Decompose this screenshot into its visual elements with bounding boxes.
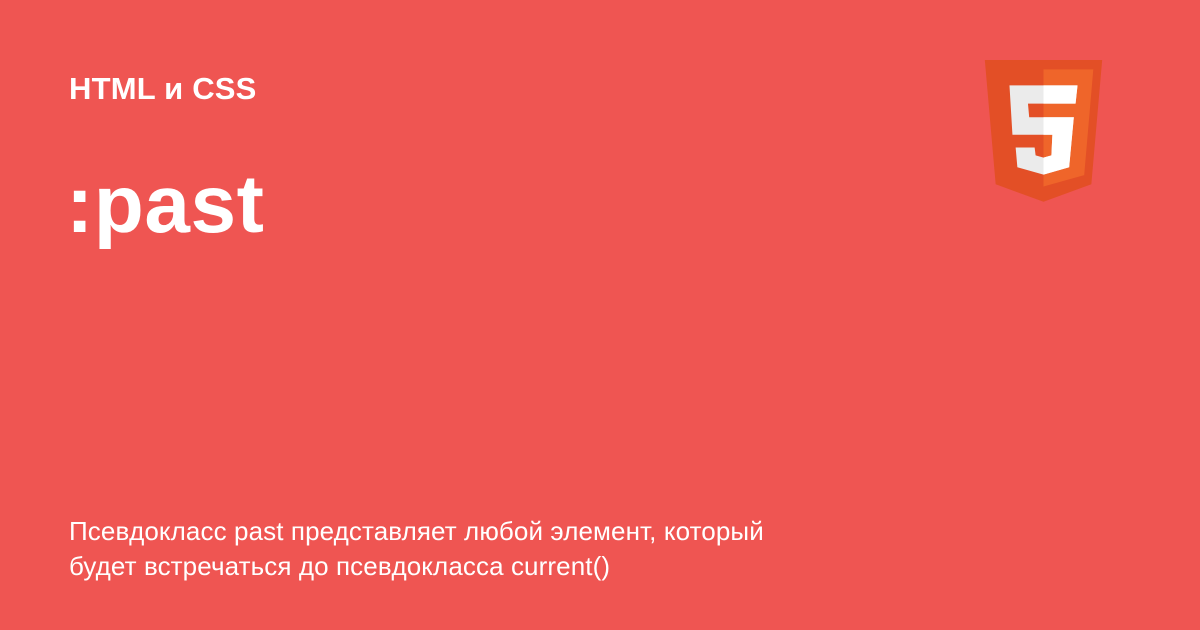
- description: Псевдокласс past представляет любой элем…: [69, 514, 889, 584]
- description-line: Псевдокласс past представляет любой элем…: [69, 516, 764, 546]
- html5-logo-icon: [984, 60, 1103, 202]
- article-preview-card: HTML и CSS :past Псевдокласс past предст…: [0, 0, 1200, 630]
- category-label: HTML и CSS: [69, 71, 257, 106]
- description-line: будет встречаться до псевдокласса curren…: [69, 551, 611, 581]
- page-title: :past: [66, 159, 265, 250]
